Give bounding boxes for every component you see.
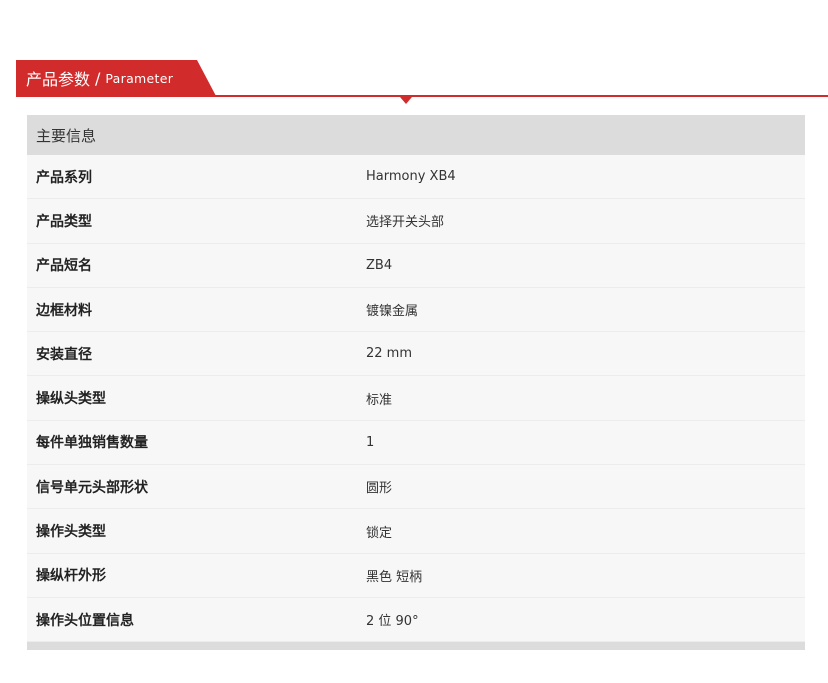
table-heading: 主要信息 [27, 115, 805, 155]
table-row: 每件单独销售数量 1 [27, 420, 805, 466]
section-header: 产品参数 / Parameter [16, 60, 828, 104]
row-value: 圆形 [366, 481, 393, 497]
row-label: 操纵杆外形 [36, 568, 106, 585]
row-label: 操作头类型 [36, 524, 106, 541]
row-value: 1 [366, 434, 375, 450]
row-label: 操纵头类型 [36, 391, 106, 408]
row-label: 操作头位置信息 [36, 612, 134, 629]
table-row: 操作头类型 锁定 [27, 509, 805, 554]
table-row: 边框材料 镀镍金属 [27, 287, 805, 333]
row-value: 22 mm [366, 346, 413, 362]
row-value: 选择开关头部 [366, 215, 445, 231]
row-value: 镀镍金属 [366, 304, 419, 320]
table-row: 产品系列 Harmony XB4 [27, 155, 805, 200]
row-label: 信号单元头部形状 [36, 479, 148, 496]
table-row: 操作头位置信息 2 位 90° [27, 597, 805, 643]
row-label: 边框材料 [36, 302, 92, 319]
row-value: 黑色 短柄 [366, 569, 423, 585]
table-row: 操纵杆外形 黑色 短柄 [27, 553, 805, 598]
row-value: ZB4 [366, 257, 393, 273]
section-separator: / [95, 68, 101, 88]
row-value: 标准 [366, 392, 393, 408]
parameter-table: 主要信息 产品系列 Harmony XB4 产品类型 选择开关头部 产品短名 Z… [27, 115, 805, 651]
row-label: 安装直径 [36, 346, 92, 363]
section-subtitle: Parameter [105, 70, 174, 86]
caret-down-icon [400, 97, 412, 104]
section-divider [16, 95, 828, 97]
row-label: 产品系列 [36, 169, 92, 186]
table-footer [27, 642, 805, 651]
row-label: 产品短名 [36, 258, 92, 275]
row-label: 产品类型 [36, 213, 92, 230]
section-title: 产品参数 [26, 70, 91, 89]
table-row: 信号单元头部形状 圆形 [27, 465, 805, 510]
section-tab: 产品参数 / Parameter [16, 60, 216, 96]
row-value: 锁定 [366, 525, 393, 541]
row-value: Harmony XB4 [366, 169, 456, 185]
table-row: 操纵头类型 标准 [27, 376, 805, 421]
table-row: 产品类型 选择开关头部 [27, 199, 805, 244]
row-label: 每件单独销售数量 [36, 435, 148, 452]
row-value: 2 位 90° [366, 614, 419, 630]
table-row: 安装直径 22 mm [27, 332, 805, 377]
table-row: 产品短名 ZB4 [27, 243, 805, 288]
